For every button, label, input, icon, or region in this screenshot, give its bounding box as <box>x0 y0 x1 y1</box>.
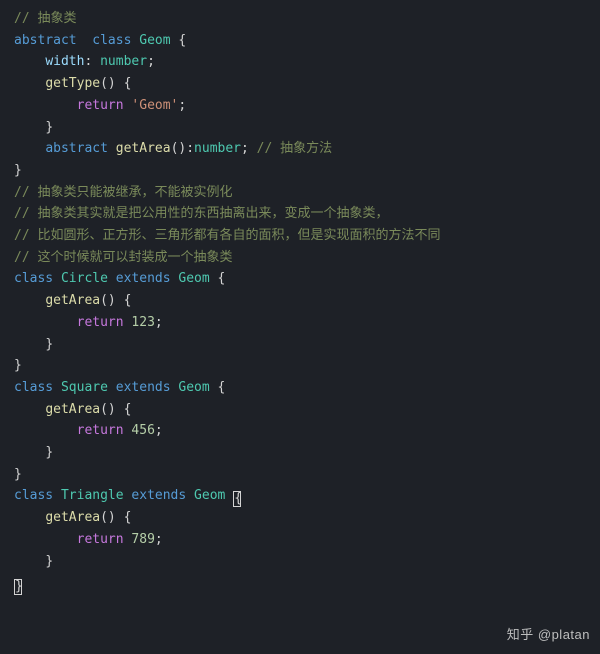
code-line: // 抽象类只能被继承，不能被实例化 <box>14 182 600 204</box>
code-line: return 789; <box>14 529 600 551</box>
code-line: // 抽象类 <box>14 8 600 30</box>
code-line: return 'Geom'; <box>14 95 600 117</box>
code-line: getType() { <box>14 73 600 95</box>
code-line: getArea() { <box>14 507 600 529</box>
code-line: } <box>14 573 600 595</box>
code-line: return 456; <box>14 420 600 442</box>
code-line: } <box>14 551 600 573</box>
code-line: } <box>14 334 600 356</box>
code-line: class Square extends Geom { <box>14 377 600 399</box>
code-line: } <box>14 442 600 464</box>
code-line: // 比如圆形、正方形、三角形都有各自的面积，但是实现面积的方法不同 <box>14 225 600 247</box>
code-line: // 抽象类其实就是把公用性的东西抽离出来，变成一个抽象类， <box>14 203 600 225</box>
watermark: 知乎 @platan <box>507 624 590 646</box>
code-line: abstract class Geom { <box>14 30 600 52</box>
code-line: // 这个时候就可以封装成一个抽象类 <box>14 247 600 269</box>
code-line: } <box>14 355 600 377</box>
code-line: } <box>14 160 600 182</box>
code-line: class Circle extends Geom { <box>14 268 600 290</box>
code-line: getArea() { <box>14 290 600 312</box>
code-line: class Triangle extends Geom { <box>14 485 600 507</box>
code-line: return 123; <box>14 312 600 334</box>
code-line: abstract getArea():number; // 抽象方法 <box>14 138 600 160</box>
code-editor[interactable]: // 抽象类 abstract class Geom { width: numb… <box>14 8 600 595</box>
code-line: } <box>14 464 600 486</box>
code-line: width: number; <box>14 51 600 73</box>
code-line: getArea() { <box>14 399 600 421</box>
code-line: } <box>14 117 600 139</box>
